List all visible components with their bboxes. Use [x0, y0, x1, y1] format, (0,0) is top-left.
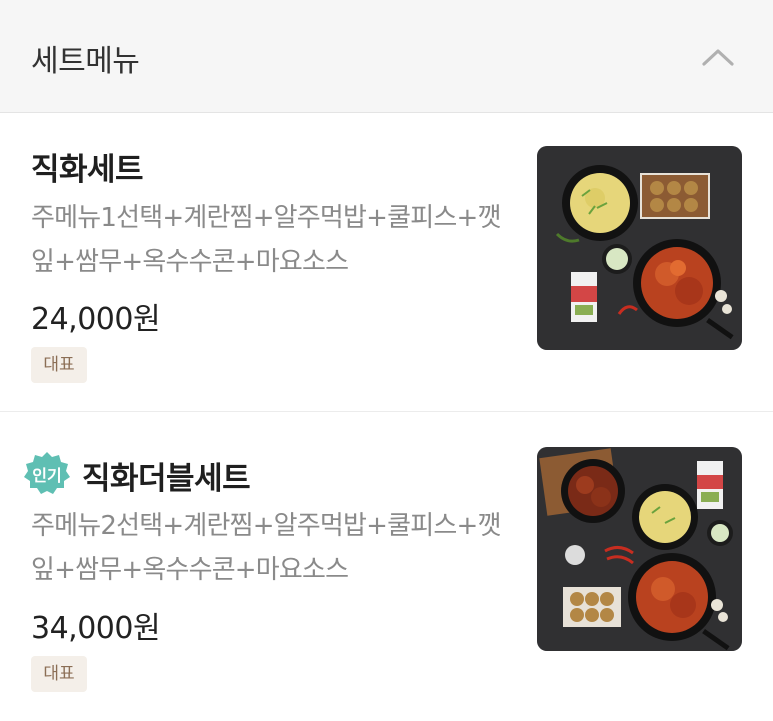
menu-item-description: 주메뉴1선택+계란찜+알주먹밥+쿨피스+깻잎+쌈무+옥수수콘+마요소스 [31, 203, 501, 277]
menu-item-name: 직화세트 [31, 152, 144, 188]
popular-badge-label: 인기 [32, 466, 62, 485]
collapse-button[interactable] [696, 36, 740, 80]
menu-item[interactable]: 인기 직화더블세트 주메뉴2선택+계란찜+알주먹밥+쿨피스+깻잎+쌈무+옥수수콘… [0, 413, 773, 721]
food-photo [537, 447, 742, 651]
menu-item-name: 직화더블세트 [82, 461, 251, 497]
section-title: 세트메뉴 [31, 44, 140, 79]
food-photo [537, 146, 742, 350]
menu-item-price: 24,000원 [31, 302, 161, 337]
popular-badge: 인기 [24, 451, 70, 495]
menu-item-price: 34,000원 [31, 611, 161, 646]
representative-badge: 대표 [31, 347, 87, 383]
chevron-up-icon [702, 49, 734, 66]
menu-item-photo[interactable] [537, 146, 742, 350]
menu-item-photo[interactable] [537, 447, 742, 651]
representative-badge: 대표 [31, 656, 87, 692]
menu-item-description: 주메뉴2선택+계란찜+알주먹밥+쿨피스+깻잎+쌈무+옥수수콘+마요소스 [31, 511, 501, 585]
set-menu-header[interactable]: 세트메뉴 [0, 0, 773, 113]
menu-item[interactable]: 직화세트 주메뉴1선택+계란찜+알주먹밥+쿨피스+깻잎+쌈무+옥수수콘+마요소스… [0, 114, 773, 412]
